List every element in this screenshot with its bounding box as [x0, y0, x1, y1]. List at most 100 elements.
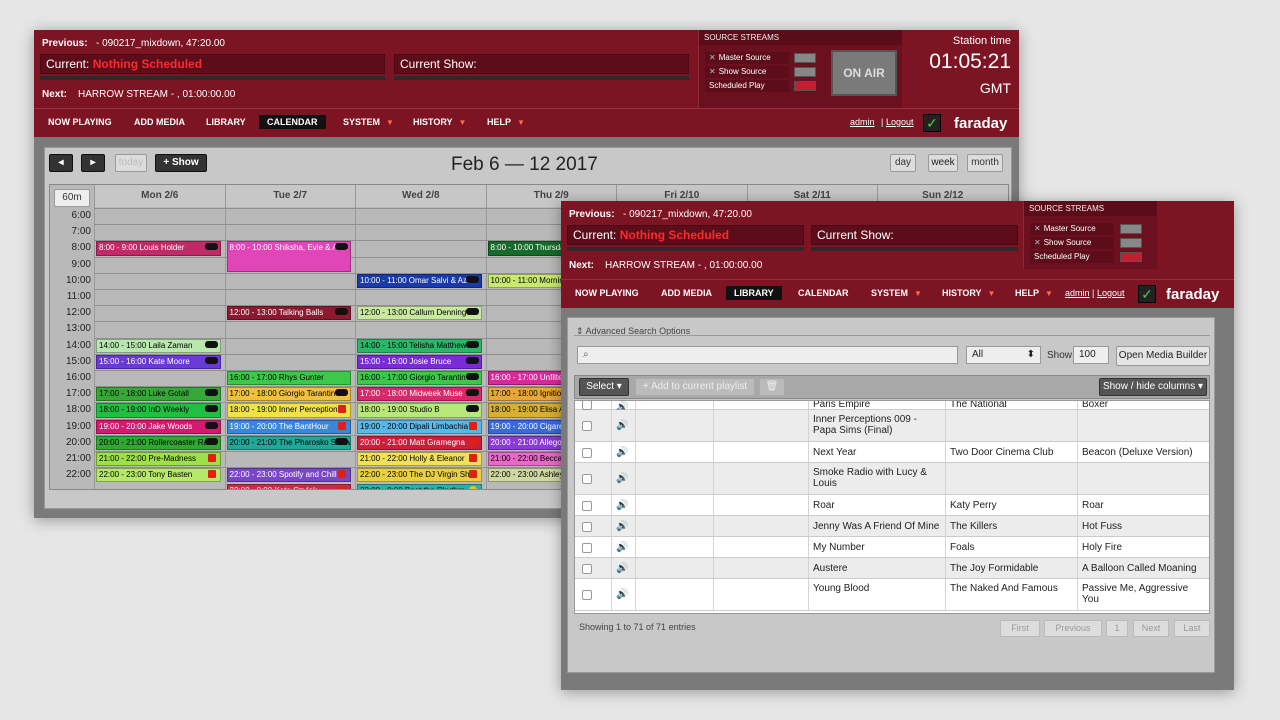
- calendar-event[interactable]: 10:00 - 11:00 Omar Salvi & Azzi: [357, 273, 482, 288]
- day-view-button[interactable]: day: [890, 154, 916, 172]
- row-checkbox[interactable]: [582, 500, 592, 511]
- calendar-event[interactable]: 21:00 - 22:00 Holly & Eleanor: [357, 452, 482, 467]
- calendar-event[interactable]: 12:00 - 13:00 Callum Denning: [357, 306, 482, 321]
- calendar-event[interactable]: 20:00 - 21:00 The Pharosko Show: [226, 435, 351, 450]
- show-source-toggle[interactable]: [794, 67, 816, 77]
- pager-last-button[interactable]: Last: [1174, 620, 1210, 637]
- nav-add-media[interactable]: ADD MEDIA: [653, 286, 720, 300]
- row-checkbox[interactable]: [582, 401, 592, 410]
- nav-library[interactable]: LIBRARY: [726, 286, 782, 300]
- row-checkbox[interactable]: [582, 590, 592, 600]
- row-checkbox[interactable]: [582, 563, 592, 574]
- select-dropdown-button[interactable]: Select ▾: [579, 378, 629, 396]
- pager-first-button[interactable]: First: [1000, 620, 1040, 637]
- table-row[interactable]: 🔊 Next Year Two Door Cinema Club Beacon (De…: [575, 442, 1209, 463]
- calendar-event[interactable]: 20:00 - 21:00 Matt Gramegna: [357, 435, 482, 450]
- row-checkbox[interactable]: [582, 474, 592, 484]
- nav-help[interactable]: HELP ▼: [479, 115, 533, 129]
- next-week-button[interactable]: ▸: [81, 154, 105, 172]
- interval-select[interactable]: 60m: [54, 189, 90, 207]
- logout-link[interactable]: Logout: [1097, 288, 1125, 298]
- calendar-event[interactable]: 22:00 - 23:00 The DJ Virgin Sh: [357, 468, 482, 483]
- close-icon[interactable]: ✕: [709, 53, 716, 62]
- nav-now-playing[interactable]: NOW PLAYING: [40, 115, 120, 129]
- trash-icon[interactable]: 🗑: [759, 378, 785, 396]
- scheduled-play-toggle[interactable]: [1120, 252, 1142, 262]
- today-button[interactable]: today: [115, 154, 147, 172]
- close-icon[interactable]: ✕: [1034, 238, 1041, 247]
- show-source-row[interactable]: ✕ Show Source: [705, 66, 789, 78]
- calendar-event[interactable]: 16:00 - 17:00 Giorgio Tarantin: [357, 371, 482, 386]
- nav-system[interactable]: SYSTEM ▼: [335, 115, 402, 129]
- table-row[interactable]: 🔊 My Number Foals Holy Fire: [575, 537, 1209, 558]
- nav-calendar[interactable]: CALENDAR: [259, 115, 326, 129]
- nav-add-media[interactable]: ADD MEDIA: [126, 115, 193, 129]
- scheduled-play-row[interactable]: Scheduled Play: [705, 80, 789, 92]
- row-checkbox[interactable]: [582, 521, 592, 532]
- calendar-event[interactable]: 18:00 - 19:00 InD Weekly: [96, 403, 221, 418]
- nav-calendar[interactable]: CALENDAR: [790, 286, 857, 300]
- calendar-event[interactable]: 19:00 - 20:00 Jake Woods: [96, 419, 221, 434]
- nav-system[interactable]: SYSTEM ▼: [863, 286, 930, 300]
- nav-history[interactable]: HISTORY ▼: [405, 115, 474, 129]
- calendar-event[interactable]: 8:00 - 10:00 Shiksha, Evie & Arfa: [226, 241, 351, 272]
- pager-next-button[interactable]: Next: [1133, 620, 1169, 637]
- table-row[interactable]: 🔊 Austere The Joy Formidable A Balloon Call…: [575, 558, 1209, 579]
- close-icon[interactable]: ✕: [1034, 224, 1041, 233]
- calendar-event[interactable]: 15:00 - 16:00 Josie Bruce: [357, 354, 482, 369]
- row-checkbox[interactable]: [582, 421, 592, 431]
- nav-now-playing[interactable]: NOW PLAYING: [567, 286, 647, 300]
- admin-link[interactable]: admin: [1065, 288, 1090, 298]
- nav-library[interactable]: LIBRARY: [198, 115, 254, 129]
- calendar-event[interactable]: 19:00 - 20:00 Dipali Limbachia: [357, 419, 482, 434]
- calendar-event[interactable]: 22:00 - 23:00 Tony Basten: [96, 468, 221, 483]
- scheduled-play-toggle[interactable]: [794, 81, 816, 91]
- pager-1-button[interactable]: 1: [1106, 620, 1128, 637]
- scheduled-play-row[interactable]: Scheduled Play: [1030, 251, 1114, 263]
- table-row[interactable]: 🔊 Smoke Radio with Lucy & Louis: [575, 463, 1209, 495]
- open-media-builder-button[interactable]: Open Media Builder: [1116, 346, 1210, 366]
- show-source-toggle[interactable]: [1120, 238, 1142, 248]
- show-hide-columns-button[interactable]: Show / hide columns ▾: [1099, 378, 1207, 396]
- admin-link[interactable]: admin: [850, 117, 875, 127]
- filter-select[interactable]: All ⬍: [966, 346, 1041, 364]
- week-view-button[interactable]: week: [928, 154, 958, 172]
- add-to-playlist-button[interactable]: + Add to current playlist: [635, 378, 755, 396]
- page-size-select[interactable]: 100: [1073, 346, 1109, 364]
- table-row-partial[interactable]: 🔊 Paris Empire The National Boxer: [575, 401, 1209, 413]
- calendar-event[interactable]: 21:00 - 22:00 Pre-Madness: [96, 452, 221, 467]
- calendar-event[interactable]: 18:00 - 19:00 Inner Perceptions: [226, 403, 351, 418]
- calendar-event[interactable]: 19:00 - 20:00 The BantHour: [226, 419, 351, 434]
- calendar-event[interactable]: 14:00 - 15:00 Laila Zaman: [96, 338, 221, 353]
- table-row[interactable]: 🔊 Roar Katy Perry Roar: [575, 495, 1209, 516]
- table-row[interactable]: 🔊 Young Blood The Naked And Famous Passive …: [575, 579, 1209, 611]
- table-row[interactable]: 🔊 Inner Perceptions 009 - Papa Sims (Fina…: [575, 410, 1209, 442]
- calendar-event[interactable]: 12:00 - 13:00 Talking Balls: [226, 306, 351, 321]
- calendar-event[interactable]: 23:00 - 0:00 Kate Czylok: [226, 484, 351, 489]
- row-checkbox[interactable]: [582, 447, 592, 458]
- close-icon[interactable]: ✕: [709, 67, 716, 76]
- table-row[interactable]: 🔊 Jenny Was A Friend Of Mine The Killers Ho…: [575, 516, 1209, 537]
- pager-previous-button[interactable]: Previous: [1044, 620, 1102, 637]
- search-input[interactable]: ⌕: [577, 346, 958, 364]
- master-source-row[interactable]: ✕ Master Source: [705, 52, 789, 64]
- calendar-event[interactable]: 16:00 - 17:00 Rhys Gunter: [226, 371, 351, 386]
- month-view-button[interactable]: month: [967, 154, 1003, 172]
- row-checkbox[interactable]: [582, 542, 592, 553]
- logout-link[interactable]: Logout: [886, 117, 914, 127]
- master-source-row[interactable]: ✕ Master Source: [1030, 223, 1114, 235]
- master-source-toggle[interactable]: [1120, 224, 1142, 234]
- calendar-event[interactable]: 17:00 - 18:00 Giorgio Tarantin: [226, 387, 351, 402]
- calendar-event[interactable]: 20:00 - 21:00 Rollercoaster Ra: [96, 435, 221, 450]
- prev-week-button[interactable]: ◂: [49, 154, 73, 172]
- master-source-toggle[interactable]: [794, 53, 816, 63]
- calendar-event[interactable]: 22:00 - 23:00 Spotify and Chill: [226, 468, 351, 483]
- calendar-event[interactable]: 17:00 - 18:00 Midweek Muse: [357, 387, 482, 402]
- calendar-event[interactable]: 8:00 - 9:00 Louis Holder: [96, 241, 221, 256]
- show-source-row[interactable]: ✕ Show Source: [1030, 237, 1114, 249]
- calendar-event[interactable]: 23:00 - 0:00 Beat the Rhythm: [357, 484, 482, 489]
- add-show-button[interactable]: + Show: [155, 154, 207, 172]
- calendar-event[interactable]: 14:00 - 15:00 Telisha Matthew: [357, 338, 482, 353]
- calendar-event[interactable]: 18:00 - 19:00 Studio B: [357, 403, 482, 418]
- nav-history[interactable]: HISTORY ▼: [934, 286, 1003, 300]
